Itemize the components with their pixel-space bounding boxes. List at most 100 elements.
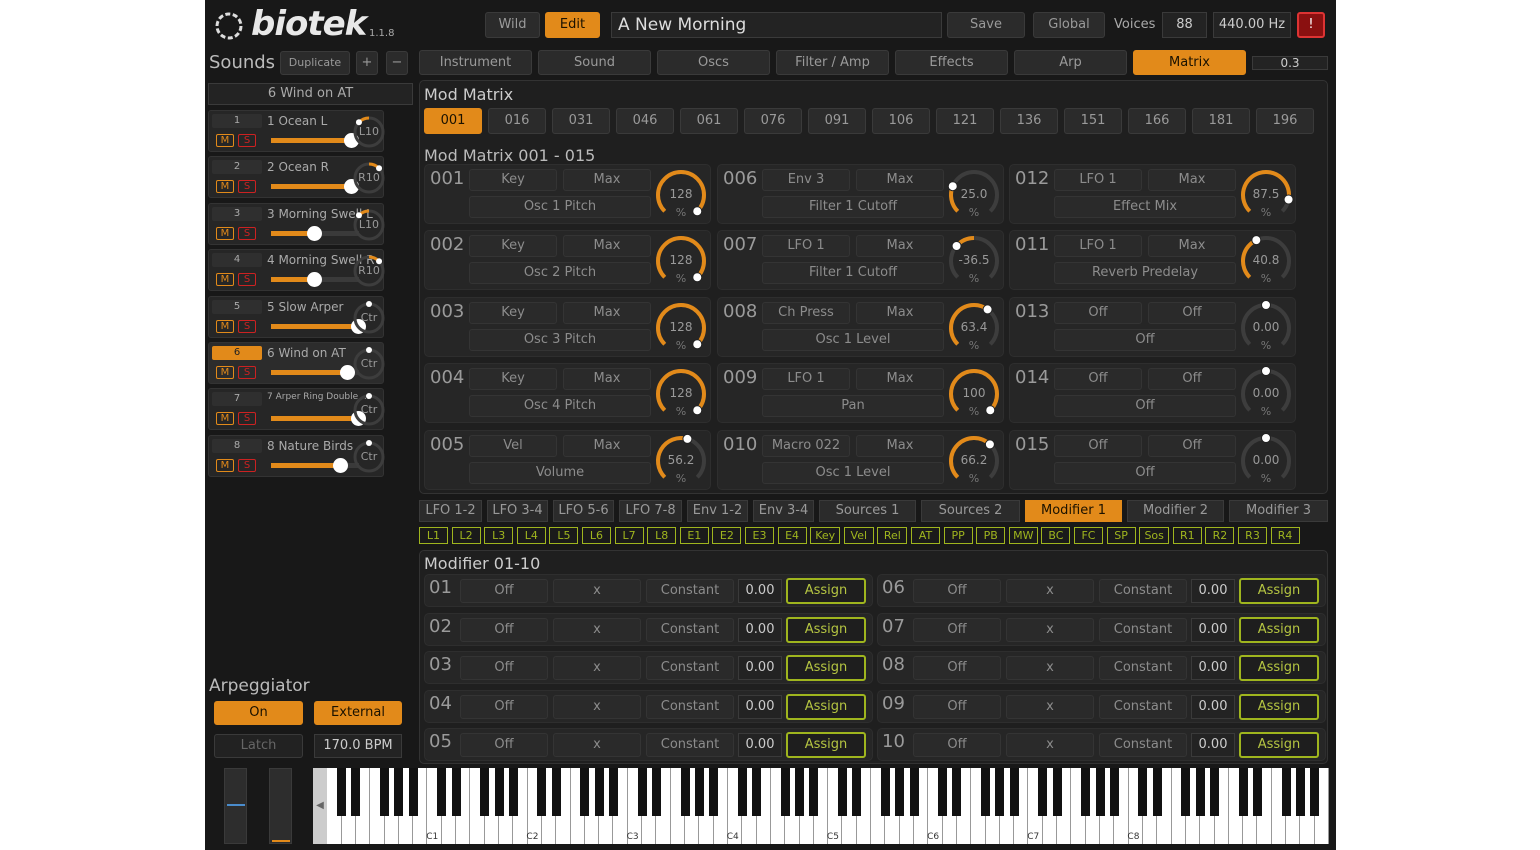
- assign-button[interactable]: Assign: [786, 616, 866, 643]
- slot-amount[interactable]: Max: [563, 301, 651, 324]
- slot-destination[interactable]: Osc 3 Pitch: [469, 328, 651, 351]
- source-button[interactable]: E1: [679, 527, 709, 544]
- modifier-source-b[interactable]: Constant: [646, 579, 734, 603]
- assign-button[interactable]: Assign: [786, 732, 866, 759]
- modifier-source-a[interactable]: Off: [460, 694, 548, 719]
- modifier-source-a[interactable]: Off: [913, 733, 1001, 758]
- source-button[interactable]: BC: [1041, 527, 1071, 544]
- modifier-source-a[interactable]: Off: [460, 656, 548, 681]
- matrix-page-button[interactable]: 121: [936, 108, 994, 134]
- black-key[interactable]: [680, 768, 690, 816]
- black-key[interactable]: [594, 768, 604, 816]
- save-button[interactable]: Save: [947, 12, 1025, 38]
- volume-slider[interactable]: [271, 272, 359, 288]
- depth-knob[interactable]: 87.5%: [1238, 167, 1294, 223]
- slot-destination[interactable]: Pan: [762, 395, 944, 418]
- slot-destination[interactable]: Osc 4 Pitch: [469, 395, 651, 418]
- arp-bpm-field[interactable]: 170.0 BPM: [314, 734, 402, 758]
- solo-button[interactable]: S: [238, 226, 256, 240]
- lower-tab-lfo-1-2[interactable]: LFO 1-2: [419, 500, 482, 522]
- volume-slider[interactable]: [271, 318, 366, 334]
- remove-sound-button[interactable]: −: [386, 51, 408, 75]
- black-key[interactable]: [837, 768, 847, 816]
- slot-amount[interactable]: Max: [856, 368, 944, 391]
- mute-button[interactable]: M: [216, 180, 234, 194]
- modifier-source-b[interactable]: Constant: [1099, 733, 1187, 758]
- black-key[interactable]: [1281, 768, 1291, 816]
- mute-button[interactable]: M: [216, 458, 234, 472]
- slot-amount[interactable]: Max: [1148, 169, 1236, 191]
- slot-destination[interactable]: Osc 1 Level: [762, 461, 944, 484]
- track-number[interactable]: 5: [212, 299, 262, 314]
- black-key[interactable]: [1009, 768, 1019, 816]
- track-number[interactable]: 4: [212, 253, 262, 268]
- matrix-page-button[interactable]: 166: [1128, 108, 1186, 134]
- slot-amount[interactable]: Max: [563, 169, 651, 191]
- solo-button[interactable]: S: [238, 134, 256, 147]
- assign-button[interactable]: Assign: [1239, 732, 1319, 759]
- modifier-constant-field[interactable]: 0.00: [738, 656, 782, 681]
- slot-amount[interactable]: Off: [1148, 301, 1236, 324]
- matrix-page-button[interactable]: 061: [680, 108, 738, 134]
- slot-source[interactable]: Ch Press: [762, 301, 850, 324]
- source-button[interactable]: SP: [1106, 527, 1136, 544]
- depth-knob[interactable]: 25.0%: [946, 167, 1002, 223]
- lower-tab-lfo-5-6[interactable]: LFO 5-6: [553, 500, 614, 522]
- black-key[interactable]: [337, 768, 347, 816]
- track-row[interactable]: 2MS2 Ocean R R10: [208, 156, 385, 199]
- volume-handle[interactable]: [333, 457, 349, 473]
- slot-amount[interactable]: Max: [563, 434, 651, 457]
- depth-knob[interactable]: 66.2%: [946, 433, 1002, 489]
- black-key[interactable]: [1138, 768, 1148, 816]
- slot-amount[interactable]: Max: [856, 235, 944, 258]
- lower-tab-lfo-7-8[interactable]: LFO 7-8: [619, 500, 682, 522]
- assign-button[interactable]: Assign: [786, 578, 866, 604]
- black-key[interactable]: [737, 768, 747, 816]
- black-key[interactable]: [394, 768, 404, 816]
- wild-button[interactable]: Wild: [485, 12, 540, 38]
- depth-knob[interactable]: 128%: [653, 366, 709, 422]
- arp-external-button[interactable]: External: [314, 701, 402, 725]
- modifier-source-b[interactable]: Constant: [1099, 694, 1187, 719]
- black-key[interactable]: [938, 768, 948, 816]
- depth-knob[interactable]: 40.8%: [1238, 233, 1294, 289]
- pitch-wheel[interactable]: [224, 768, 247, 844]
- solo-button[interactable]: S: [238, 458, 256, 472]
- tab-oscs[interactable]: Oscs: [657, 50, 770, 75]
- modifier-constant-field[interactable]: 0.00: [1191, 579, 1235, 603]
- tab-arp[interactable]: Arp: [1014, 50, 1127, 75]
- modifier-operator[interactable]: x: [1006, 656, 1094, 681]
- track-row[interactable]: 5MS5 Slow Arper Ctr: [208, 295, 385, 338]
- add-sound-button[interactable]: +: [356, 51, 378, 75]
- tuning-field[interactable]: 440.00 Hz: [1213, 12, 1291, 38]
- arp-on-button[interactable]: On: [214, 701, 303, 725]
- slot-source[interactable]: Off: [1054, 301, 1142, 324]
- solo-button[interactable]: S: [238, 273, 256, 287]
- source-button[interactable]: AT: [911, 527, 940, 544]
- modifier-source-a[interactable]: Off: [913, 617, 1001, 642]
- source-button[interactable]: L7: [614, 527, 644, 544]
- slot-amount[interactable]: Off: [1148, 434, 1236, 457]
- mute-button[interactable]: M: [216, 273, 234, 287]
- black-key[interactable]: [852, 768, 862, 816]
- source-button[interactable]: R1: [1172, 527, 1202, 544]
- volume-handle[interactable]: [307, 272, 322, 288]
- solo-button[interactable]: S: [238, 366, 256, 379]
- pan-knob[interactable]: Ctr: [351, 346, 387, 382]
- modifier-source-a[interactable]: Off: [460, 579, 548, 603]
- volume-slider[interactable]: [271, 179, 359, 195]
- volume-slider[interactable]: [271, 457, 359, 473]
- black-key[interactable]: [480, 768, 490, 816]
- slot-destination[interactable]: Volume: [469, 461, 651, 484]
- keyboard-scroll-left-icon[interactable]: ◀: [313, 768, 327, 844]
- black-key[interactable]: [1181, 768, 1191, 816]
- modifier-operator[interactable]: x: [553, 617, 641, 642]
- track-number[interactable]: 6: [212, 346, 262, 360]
- source-button[interactable]: L6: [582, 527, 611, 544]
- black-key[interactable]: [437, 768, 447, 816]
- slot-destination[interactable]: Osc 1 Level: [762, 328, 944, 351]
- black-key[interactable]: [895, 768, 905, 816]
- slot-source[interactable]: LFO 1: [762, 368, 850, 391]
- black-key[interactable]: [380, 768, 390, 816]
- depth-knob[interactable]: 0.00%: [1238, 432, 1294, 489]
